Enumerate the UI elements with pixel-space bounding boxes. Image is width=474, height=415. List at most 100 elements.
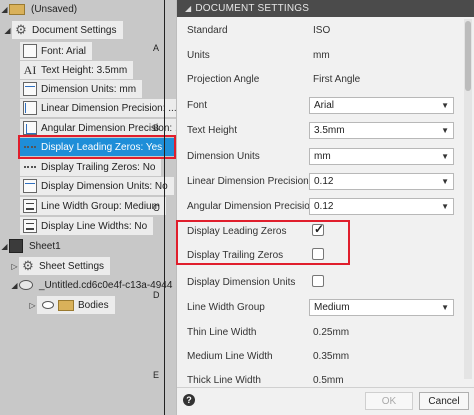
text-height-icon: AI bbox=[23, 63, 37, 77]
folder-icon bbox=[58, 299, 74, 311]
dimension-units-icon bbox=[23, 82, 37, 96]
dimension-units-select[interactable]: mm ▼ bbox=[309, 148, 454, 165]
collapse-icon[interactable]: ◢ bbox=[10, 281, 19, 290]
dimension-units-label: Dimension Units bbox=[187, 151, 260, 162]
dialog-title-bar[interactable]: ◢ DOCUMENT SETTINGS bbox=[177, 0, 474, 17]
expand-icon[interactable]: ▷ bbox=[28, 301, 37, 310]
chevron-down-icon: ▼ bbox=[441, 126, 449, 135]
gear-icon: ⚙ bbox=[15, 22, 27, 37]
tree-item-dimension-units[interactable]: Dimension Units: mm bbox=[20, 80, 143, 98]
tree-item-label: Text Height: 3.5mm bbox=[41, 64, 128, 76]
dialog-button-bar: ? OK Cancel bbox=[177, 387, 474, 415]
chevron-down-icon: ▼ bbox=[441, 303, 449, 312]
bodies-label: Bodies bbox=[78, 299, 109, 311]
angular-dimension-icon bbox=[23, 121, 37, 135]
line-width-group-label: Line Width Group bbox=[187, 302, 265, 313]
font-label: Font bbox=[187, 100, 208, 111]
projection-angle-label: Projection Angle bbox=[187, 74, 260, 85]
zone-letter: A bbox=[153, 43, 160, 53]
text-height-select[interactable]: 3.5mm ▼ bbox=[309, 122, 454, 139]
tree-item-trailing-zeros[interactable]: Display Trailing Zeros: No bbox=[20, 158, 162, 176]
tree-sheet-settings[interactable]: ▷ ⚙ Sheet Settings bbox=[10, 257, 111, 275]
ok-button[interactable]: OK bbox=[365, 392, 413, 410]
component-icon bbox=[19, 280, 33, 290]
angular-precision-label: Angular Dimension Precision bbox=[187, 201, 316, 212]
sheet-icon bbox=[9, 239, 23, 253]
collapse-icon[interactable]: ◢ bbox=[185, 4, 191, 13]
thin-line-width-label: Thin Line Width bbox=[187, 327, 257, 338]
tree-untitled-component[interactable]: ◢ _Untitled.cd6c0e4f-c13a-4944 bbox=[10, 276, 172, 294]
tree-item-label: Display Trailing Zeros: No bbox=[41, 161, 156, 173]
display-units-label: Display Dimension Units bbox=[187, 277, 296, 288]
standard-label: Standard bbox=[187, 25, 228, 36]
line-widths-icon bbox=[23, 219, 37, 233]
tree-item-label: Dimension Units: mm bbox=[41, 83, 137, 95]
standard-value: ISO bbox=[313, 25, 331, 36]
help-icon[interactable]: ? bbox=[183, 394, 195, 406]
tree-sheet[interactable]: ◢ Sheet1 bbox=[0, 237, 61, 255]
dialog-scrollbar[interactable] bbox=[464, 19, 472, 379]
display-units-icon bbox=[23, 179, 37, 193]
font-select-value: Arial bbox=[314, 100, 335, 111]
expand-icon[interactable]: ▷ bbox=[10, 262, 19, 271]
thin-line-width-value: 0.25mm bbox=[313, 327, 350, 338]
linear-precision-label: Linear Dimension Precision bbox=[187, 176, 309, 187]
tree-item-label: Line Width Group: Medium bbox=[41, 200, 160, 212]
text-height-label: Text Height bbox=[187, 125, 238, 136]
trailing-zeros-icon bbox=[23, 160, 37, 174]
linear-precision-select-value: 0.12 bbox=[314, 176, 334, 187]
display-units-checkbox[interactable] bbox=[312, 275, 324, 287]
tree-item-line-width-group[interactable]: Line Width Group: Medium bbox=[20, 197, 166, 215]
thick-line-width-value: 0.5mm bbox=[313, 375, 344, 386]
text-height-select-value: 3.5mm bbox=[314, 125, 345, 136]
gear-icon: ⚙ bbox=[22, 258, 34, 273]
collapse-icon[interactable]: ◢ bbox=[3, 26, 12, 35]
chevron-down-icon: ▼ bbox=[441, 177, 449, 186]
projection-angle-value: First Angle bbox=[313, 74, 361, 85]
line-width-group-select-value: Medium bbox=[314, 302, 350, 313]
font-select[interactable]: Arial ▼ bbox=[309, 97, 454, 114]
tree-document-settings[interactable]: ◢ ⚙ Document Settings bbox=[3, 21, 123, 39]
chevron-down-icon: ▼ bbox=[441, 202, 449, 211]
units-value: mm bbox=[313, 50, 330, 61]
thick-line-width-label: Thick Line Width bbox=[187, 375, 261, 386]
tree-root-label: (Unsaved) bbox=[31, 3, 78, 15]
angular-precision-select[interactable]: 0.12 ▼ bbox=[309, 198, 454, 215]
line-width-group-select[interactable]: Medium ▼ bbox=[309, 299, 454, 316]
tree-item-label: Font: Arial bbox=[41, 45, 87, 57]
document-settings-label: Document Settings bbox=[32, 24, 117, 36]
drawing-border-line bbox=[164, 0, 165, 415]
visibility-eye-icon[interactable] bbox=[42, 301, 54, 309]
tree-item-line-widths[interactable]: Display Line Widths: No bbox=[20, 217, 154, 235]
document-icon bbox=[9, 3, 25, 15]
tree-item-label: Display Line Widths: No bbox=[41, 220, 148, 232]
tree-bodies[interactable]: ▷ Bodies bbox=[28, 296, 115, 314]
drawing-canvas[interactable]: A B C D E bbox=[150, 0, 178, 415]
sheet-label: Sheet1 bbox=[29, 240, 61, 252]
font-icon bbox=[23, 44, 37, 58]
medium-line-width-label: Medium Line Width bbox=[187, 351, 273, 362]
dialog-title: DOCUMENT SETTINGS bbox=[195, 3, 310, 14]
cancel-button[interactable]: Cancel bbox=[419, 392, 469, 410]
medium-line-width-value: 0.35mm bbox=[313, 351, 350, 362]
tree-item-label: Display Dimension Units: No bbox=[41, 180, 168, 192]
linear-dimension-icon bbox=[23, 101, 37, 115]
line-width-icon bbox=[23, 199, 37, 213]
collapse-icon[interactable]: ◢ bbox=[0, 5, 9, 14]
collapse-icon[interactable]: ◢ bbox=[0, 242, 9, 251]
chevron-down-icon: ▼ bbox=[441, 101, 449, 110]
units-label: Units bbox=[187, 50, 210, 61]
document-settings-dialog: ◢ DOCUMENT SETTINGS Standard ISO Units m… bbox=[176, 0, 474, 415]
dimension-units-select-value: mm bbox=[314, 151, 331, 162]
angular-precision-select-value: 0.12 bbox=[314, 201, 334, 212]
zone-letter: C bbox=[153, 203, 160, 213]
chevron-down-icon: ▼ bbox=[441, 152, 449, 161]
linear-precision-select[interactable]: 0.12 ▼ bbox=[309, 173, 454, 190]
zone-letter: D bbox=[153, 290, 160, 300]
zone-letter: E bbox=[153, 370, 160, 380]
tree-item-font[interactable]: Font: Arial bbox=[20, 42, 93, 60]
zone-letter: B bbox=[153, 123, 160, 133]
scrollbar-thumb[interactable] bbox=[465, 21, 471, 91]
tree-item-text-height[interactable]: AI Text Height: 3.5mm bbox=[20, 61, 134, 79]
tree-root[interactable]: ◢ (Unsaved) bbox=[0, 0, 77, 18]
